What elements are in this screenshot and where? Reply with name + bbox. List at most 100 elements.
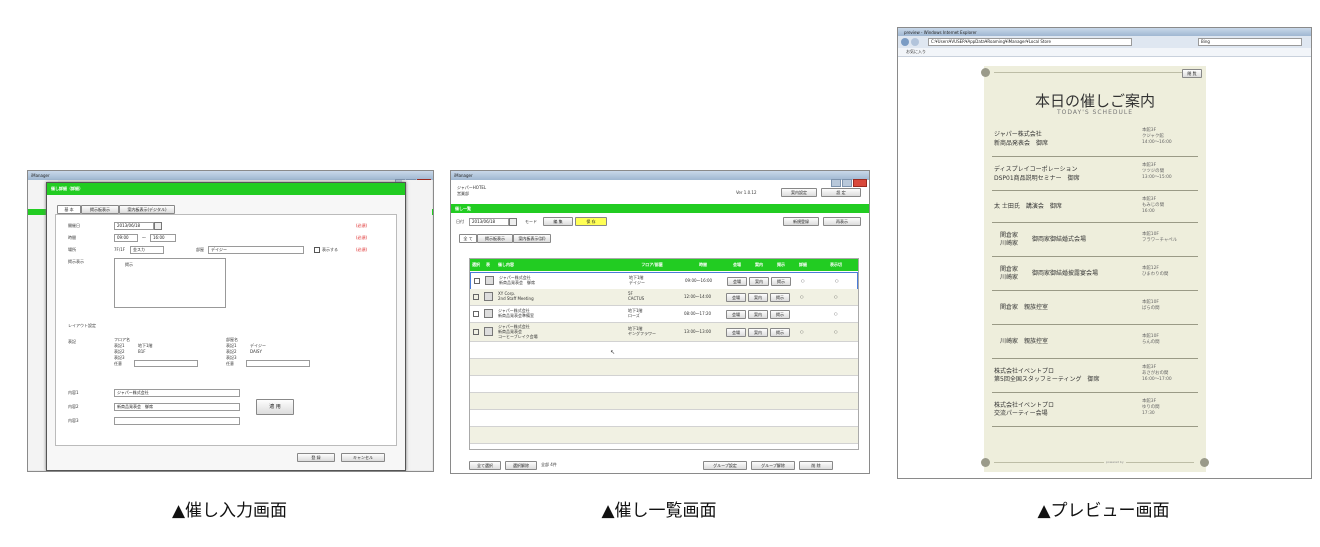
room-opt-4[interactable]: 任意: [226, 361, 234, 366]
close-view-button[interactable]: 閉 覧: [1182, 69, 1202, 78]
row-checkbox[interactable]: [473, 329, 479, 335]
browser-window-controls[interactable]: [1272, 29, 1309, 44]
close-icon[interactable]: [853, 179, 867, 187]
row-show-icon[interactable]: [484, 327, 493, 336]
col-toggle[interactable]: 表示切: [814, 259, 858, 271]
row-venue-button[interactable]: 会場: [727, 277, 747, 286]
list-window-controls[interactable]: [830, 172, 867, 187]
room-opt-3[interactable]: 表記3: [226, 355, 237, 360]
row-mark1: ○: [800, 294, 804, 299]
col-content[interactable]: 催し内容: [494, 259, 624, 271]
content3-input[interactable]: [114, 417, 240, 425]
room-opt-1[interactable]: 表記1: [226, 343, 237, 348]
caption-input: ▲催し入力画面: [171, 501, 288, 521]
room-val-2: DAISY: [250, 349, 262, 354]
input-window-controls[interactable]: [394, 172, 431, 187]
tab-detail[interactable]: 案内板表示(詳): [513, 234, 551, 243]
row-guide-button[interactable]: 案内: [749, 277, 769, 286]
row-title2: 新商品発表会準備室: [498, 313, 534, 318]
row-board-button[interactable]: 掲示: [770, 310, 790, 319]
row-checkbox[interactable]: [473, 294, 479, 300]
tab-all[interactable]: 全 て: [459, 234, 477, 243]
maximize-icon[interactable]: [842, 179, 852, 187]
back-icon[interactable]: [901, 38, 909, 46]
tab-digital[interactable]: 案内板表示(デジタル): [119, 205, 175, 214]
floor-opt-2[interactable]: 表記2: [114, 349, 125, 354]
minimize-icon[interactable]: [831, 179, 841, 187]
tab-board[interactable]: 掲示板表示: [81, 205, 119, 214]
room-opt-2[interactable]: 表記2: [226, 349, 237, 354]
row-guide-button[interactable]: 案内: [748, 293, 768, 302]
guide-settings-button[interactable]: 案内設定: [781, 188, 817, 197]
tab-board[interactable]: 掲示板表示: [477, 234, 513, 243]
list-date-field[interactable]: 2013/06/18: [469, 218, 509, 226]
time-to-select[interactable]: 16:00: [150, 234, 176, 242]
col-show[interactable]: 表: [482, 259, 494, 271]
col-guide[interactable]: 案内: [748, 259, 770, 271]
col-venue[interactable]: 会場: [726, 259, 748, 271]
cancel-button[interactable]: キャンセル: [341, 453, 385, 462]
table-row[interactable]: ジャパー株式会社 新商品発表会 御席 地下1階 デイジー 09:00〜16:00…: [470, 272, 858, 290]
row-venue-button[interactable]: 会場: [726, 328, 746, 337]
settings-button[interactable]: 設 定: [821, 188, 861, 197]
room-col-label: 部屋名: [226, 337, 238, 342]
row-board-button[interactable]: 掲示: [770, 328, 790, 337]
row-board-button[interactable]: 掲示: [770, 293, 790, 302]
table-row[interactable]: ジャパー株式会社 新商品発表会 コーヒーブレイク会場 地下1階 ヤングフラワー …: [470, 323, 858, 342]
row-guide-button[interactable]: 案内: [748, 328, 768, 337]
floor-opt-1[interactable]: 表記1: [114, 343, 125, 348]
row-show-icon[interactable]: [484, 309, 493, 318]
col-detail[interactable]: 詳細: [792, 259, 814, 271]
row-checkbox[interactable]: [473, 311, 479, 317]
search-box[interactable]: Bing: [1198, 38, 1302, 46]
refresh-button[interactable]: 再表示: [823, 217, 861, 226]
table-row[interactable]: XY Corp. 2nd Staff Meeting 5F CACTUS 12:…: [470, 289, 858, 306]
date-field[interactable]: 2013/06/18: [114, 222, 154, 230]
content1-input[interactable]: ジャパー株式会社: [114, 389, 240, 397]
item-room3: 16:00〜17:00: [1142, 377, 1172, 382]
floor-opt-4[interactable]: 任意: [114, 361, 122, 366]
delete-button[interactable]: 削 除: [799, 461, 833, 470]
floor-custom-input[interactable]: [134, 360, 198, 367]
ok-button[interactable]: 登 録: [297, 453, 335, 462]
group-clear-button[interactable]: グループ解除: [751, 461, 795, 470]
favorites-link[interactable]: お気に入り: [906, 49, 926, 54]
display-box[interactable]: 掲示: [114, 258, 226, 308]
table-row[interactable]: ジャパー株式会社 新商品発表会準備室 地下1階 ローズ 08:00〜17:20 …: [470, 306, 858, 323]
calendar-icon[interactable]: [154, 222, 162, 230]
group-set-button[interactable]: グループ設定: [703, 461, 747, 470]
tab-basic[interactable]: 基 本: [57, 205, 81, 214]
schedule-item: 関倉家 川崎家 御両家御結婚式会場 本館10F フラワーチャペル: [992, 222, 1198, 257]
place-label: 場所: [68, 247, 76, 252]
deselect-button[interactable]: 選択解除: [505, 461, 537, 470]
save-badge[interactable]: 保 存: [575, 217, 607, 226]
mode-select[interactable]: 編 集: [543, 217, 573, 226]
col-select[interactable]: 選択: [470, 259, 482, 271]
display-checkbox[interactable]: [314, 247, 320, 253]
venue-select[interactable]: デイジー: [208, 246, 304, 254]
row-guide-button[interactable]: 案内: [748, 310, 768, 319]
register-button[interactable]: 新規登録: [783, 217, 819, 226]
event-detail-dialog: 催し詳細（詳細） 基 本 掲示板表示 案内板表示(デジタル) 開催日 2013/…: [46, 182, 406, 471]
row-show-icon[interactable]: [484, 292, 493, 301]
room-custom-input[interactable]: [246, 360, 310, 367]
required-2: (必須): [356, 235, 368, 240]
row-show-icon[interactable]: [485, 276, 494, 285]
content2-input[interactable]: 新商品発表会 御席: [114, 403, 240, 411]
row-board-button[interactable]: 掲示: [771, 277, 791, 286]
time-label: 時間: [68, 235, 76, 240]
apply-button[interactable]: 適 用: [256, 399, 294, 415]
floor-opt-3[interactable]: 表記3: [114, 355, 125, 360]
time-from-select[interactable]: 09:00: [114, 234, 138, 242]
row-checkbox[interactable]: [474, 278, 480, 284]
col-room[interactable]: フロア/部屋: [624, 259, 680, 271]
col-board[interactable]: 掲示: [770, 259, 792, 271]
address-bar[interactable]: C:¥Users¥VUSER¥AppData¥Roaming¥iManager¥…: [928, 38, 1132, 46]
calendar-icon[interactable]: [509, 218, 517, 226]
place-select[interactable]: 金スカ: [130, 246, 164, 254]
forward-icon[interactable]: [911, 38, 919, 46]
row-venue-button[interactable]: 会場: [726, 293, 746, 302]
select-all-button[interactable]: 全て選択: [469, 461, 501, 470]
col-time[interactable]: 時間: [680, 259, 726, 271]
row-venue-button[interactable]: 会場: [726, 310, 746, 319]
